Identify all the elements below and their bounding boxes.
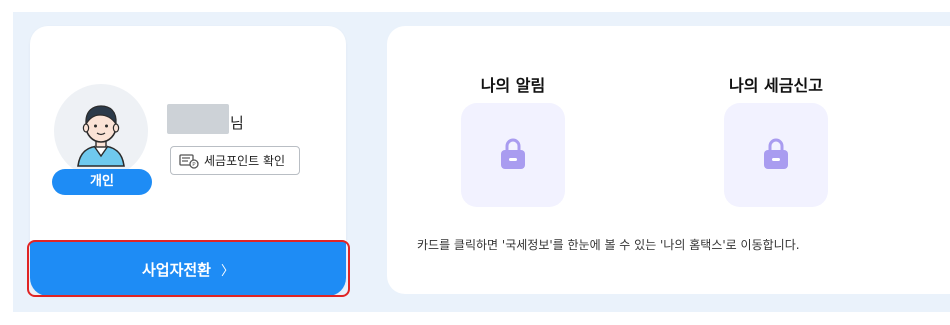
person-icon <box>77 105 125 167</box>
name-suffix: 님 <box>230 114 244 132</box>
lock-icon <box>501 138 525 169</box>
lock-icon <box>764 138 788 169</box>
service-title-notifications: 나의 알림 <box>480 76 546 95</box>
tax-points-label: 세금포인트 확인 <box>204 154 286 168</box>
service-tile-notifications[interactable] <box>461 103 565 207</box>
my-hometax-card: 나의 알림 나의 세금신고 카드를 클릭하면 '국세정보'를 한눈에 볼 수 있… <box>387 26 950 294</box>
user-name-redacted <box>167 104 229 134</box>
service-title-tax-filing: 나의 세금신고 <box>729 76 823 95</box>
tax-points-button[interactable]: P 세금포인트 확인 <box>170 146 300 175</box>
points-card-icon: P <box>179 153 199 169</box>
service-tile-tax-filing[interactable] <box>724 103 828 207</box>
avatar <box>54 84 148 178</box>
switch-button-highlight <box>27 240 350 297</box>
member-type-badge: 개인 <box>52 169 152 195</box>
hometax-helper-text: 카드를 클릭하면 '국세정보'를 한눈에 볼 수 있는 '나의 홈택스'로 이동… <box>417 238 800 252</box>
